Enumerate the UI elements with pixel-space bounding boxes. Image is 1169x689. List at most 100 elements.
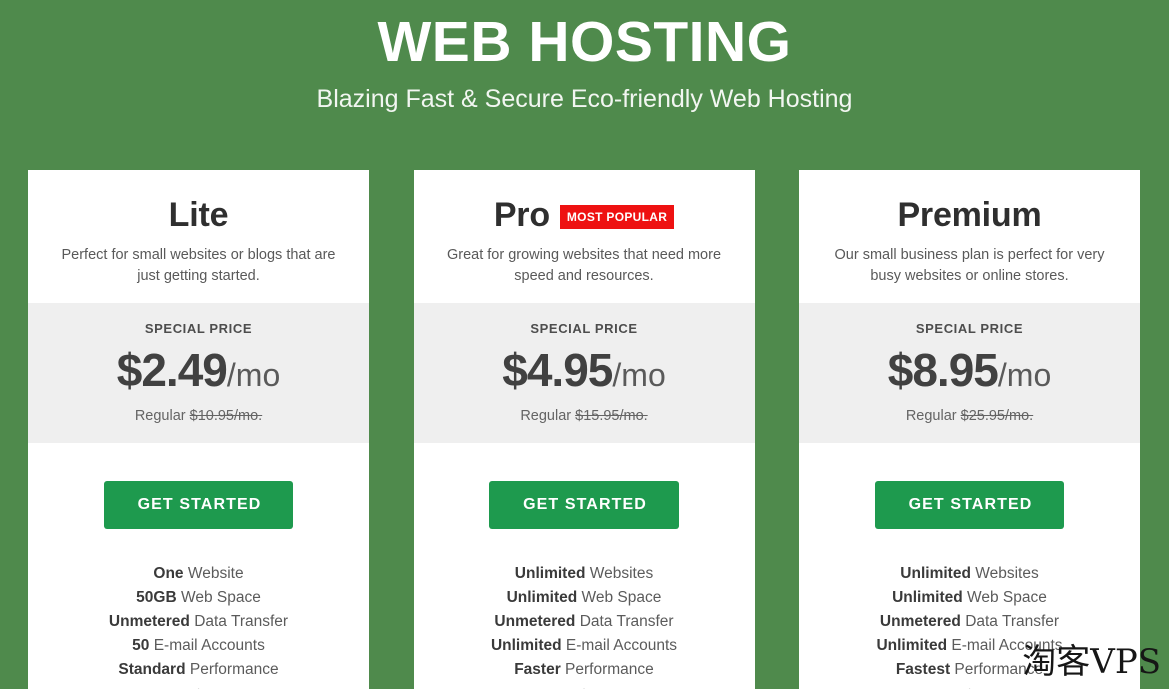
price-amount: $8.95 (887, 344, 999, 396)
feature-item: One Website (38, 562, 359, 586)
feature-value: Standard (118, 661, 186, 678)
feature-item: Unlimited Web Space (809, 586, 1130, 610)
feature-value: Unlimited (490, 637, 562, 654)
feature-value: Unlimited (514, 565, 586, 582)
get-started-button[interactable]: GET STARTED (489, 481, 679, 529)
regular-price-prefix: Regular (520, 408, 572, 424)
plan-name-row: Premium (815, 194, 1124, 236)
plan-name-row: Lite (44, 194, 353, 236)
feature-label: E-mail Accounts (565, 637, 678, 654)
regular-price-value: $10.95/mo. (189, 408, 263, 424)
price-period: /mo (612, 357, 666, 393)
price-period: /mo (226, 357, 281, 393)
feature-value: 50GB (136, 589, 177, 606)
feature-list: Unlimited Websites Unlimited Web Space Unm… (413, 529, 755, 682)
regular-price-prefix: Regular (905, 408, 957, 424)
card-header: Pro MOST POPULAR Great for growing websi… (413, 170, 755, 303)
feature-label: Web Space (180, 589, 261, 606)
feature-label: Websites (589, 565, 654, 582)
price-band: SPECIAL PRICE $8.95/mo Regular $25.95/mo… (799, 303, 1140, 443)
regular-price-line: Regular $15.95/mo. (424, 406, 745, 426)
feature-label: Data Transfer (579, 613, 674, 630)
pricing-card: Lite Perfect for small websites or blogs… (28, 170, 369, 689)
pricing-cards-row: Lite Perfect for small websites or blogs… (28, 170, 1140, 689)
cta-wrapper: GET STARTED (28, 443, 369, 529)
feature-value: Faster (514, 661, 561, 678)
feature-value: Unmetered (108, 613, 190, 630)
feature-label: Data Transfer (194, 613, 289, 630)
price-amount: $4.95 (502, 344, 613, 396)
regular-price-line: Regular $10.95/mo. (38, 406, 359, 426)
feature-item: Unlimited E-mail Accounts (809, 634, 1130, 658)
plan-description: Our small business plan is perfect for v… (834, 247, 1105, 284)
feature-value: Unmetered (879, 613, 961, 630)
price-amount: $2.49 (116, 344, 228, 396)
pricing-card: Pro MOST POPULAR Great for growing websi… (413, 170, 755, 689)
feature-label: Performance (954, 661, 1044, 678)
page-title: WEB HOSTING (377, 10, 792, 74)
more-features-indicator: + (28, 682, 369, 689)
hero-section: WEB HOSTING Blazing Fast & Secure Eco-fr… (0, 0, 1169, 115)
price-line: $2.49/mo (38, 342, 359, 403)
feature-item: 50GB Web Space (38, 586, 359, 610)
feature-item: 50 E-mail Accounts (38, 634, 359, 658)
plan-name-row: Pro MOST POPULAR (430, 194, 739, 236)
feature-item: Unlimited E-mail Accounts (424, 634, 745, 658)
feature-item: Unlimited Websites (809, 562, 1130, 586)
feature-item: Unlimited Websites (424, 562, 745, 586)
page-subtitle: Blazing Fast & Secure Eco-friendly Web H… (316, 85, 853, 113)
feature-label: Web Space (967, 589, 1047, 606)
feature-item: Unmetered Data Transfer (809, 610, 1130, 634)
feature-label: Website (187, 565, 244, 582)
price-line: $4.95/mo (424, 342, 745, 403)
feature-value: Unmetered (494, 613, 576, 630)
plan-name: Lite (168, 196, 229, 234)
feature-value: Unlimited (892, 589, 963, 606)
regular-price-value: $15.95/mo. (575, 408, 648, 424)
get-started-button[interactable]: GET STARTED (103, 481, 294, 529)
feature-value: Fastest (895, 661, 951, 678)
feature-label: E-mail Accounts (153, 637, 265, 654)
feature-label: Performance (565, 661, 654, 678)
plan-name: Premium (897, 196, 1042, 234)
feature-item: Unlimited Web Space (424, 586, 745, 610)
price-period: /mo (997, 357, 1052, 393)
feature-value: Unlimited (900, 565, 971, 582)
feature-item: Standard Performance (38, 658, 359, 682)
cta-wrapper: GET STARTED (413, 443, 755, 529)
plan-name: Pro (493, 196, 550, 234)
feature-value: Unlimited (506, 589, 578, 606)
feature-item: Unmetered Data Transfer (424, 610, 745, 634)
pricing-page: WEB HOSTING Blazing Fast & Secure Eco-fr… (0, 0, 1169, 689)
feature-label: Performance (189, 661, 279, 678)
feature-value: 50 (132, 637, 150, 654)
cta-wrapper: GET STARTED (799, 443, 1140, 529)
card-header: Lite Perfect for small websites or blogs… (28, 170, 369, 303)
pricing-card: Premium Our small business plan is perfe… (799, 170, 1140, 689)
more-features-indicator: + (413, 682, 755, 689)
feature-list: One Website 50GB Web Space Unmetered Data … (28, 529, 369, 682)
plan-description: Great for growing websites that need mor… (446, 247, 722, 284)
most-popular-badge: MOST POPULAR (559, 205, 675, 229)
feature-label: Web Space (581, 589, 662, 606)
price-band: SPECIAL PRICE $4.95/mo Regular $15.95/mo… (413, 303, 755, 443)
regular-price-line: Regular $25.95/mo. (809, 406, 1130, 426)
special-price-label: SPECIAL PRICE (915, 321, 1024, 336)
special-price-label: SPECIAL PRICE (144, 321, 253, 336)
get-started-button[interactable]: GET STARTED (874, 481, 1065, 529)
more-features-indicator: + (799, 682, 1140, 689)
special-price-label: SPECIAL PRICE (530, 321, 638, 336)
feature-label: Data Transfer (965, 613, 1060, 630)
feature-label: Websites (975, 565, 1039, 582)
feature-value: One (153, 565, 184, 582)
card-header: Premium Our small business plan is perfe… (799, 170, 1140, 303)
price-band: SPECIAL PRICE $2.49/mo Regular $10.95/mo… (28, 303, 369, 443)
plan-description: Perfect for small websites or blogs that… (61, 247, 336, 284)
feature-item: Fastest Performance (809, 658, 1130, 682)
price-line: $8.95/mo (809, 342, 1130, 403)
feature-item: Faster Performance (424, 658, 745, 682)
feature-list: Unlimited Websites Unlimited Web Space Unm… (799, 529, 1140, 682)
feature-item: Unmetered Data Transfer (38, 610, 359, 634)
regular-price-prefix: Regular (134, 408, 186, 424)
feature-value: Unlimited (876, 637, 948, 654)
